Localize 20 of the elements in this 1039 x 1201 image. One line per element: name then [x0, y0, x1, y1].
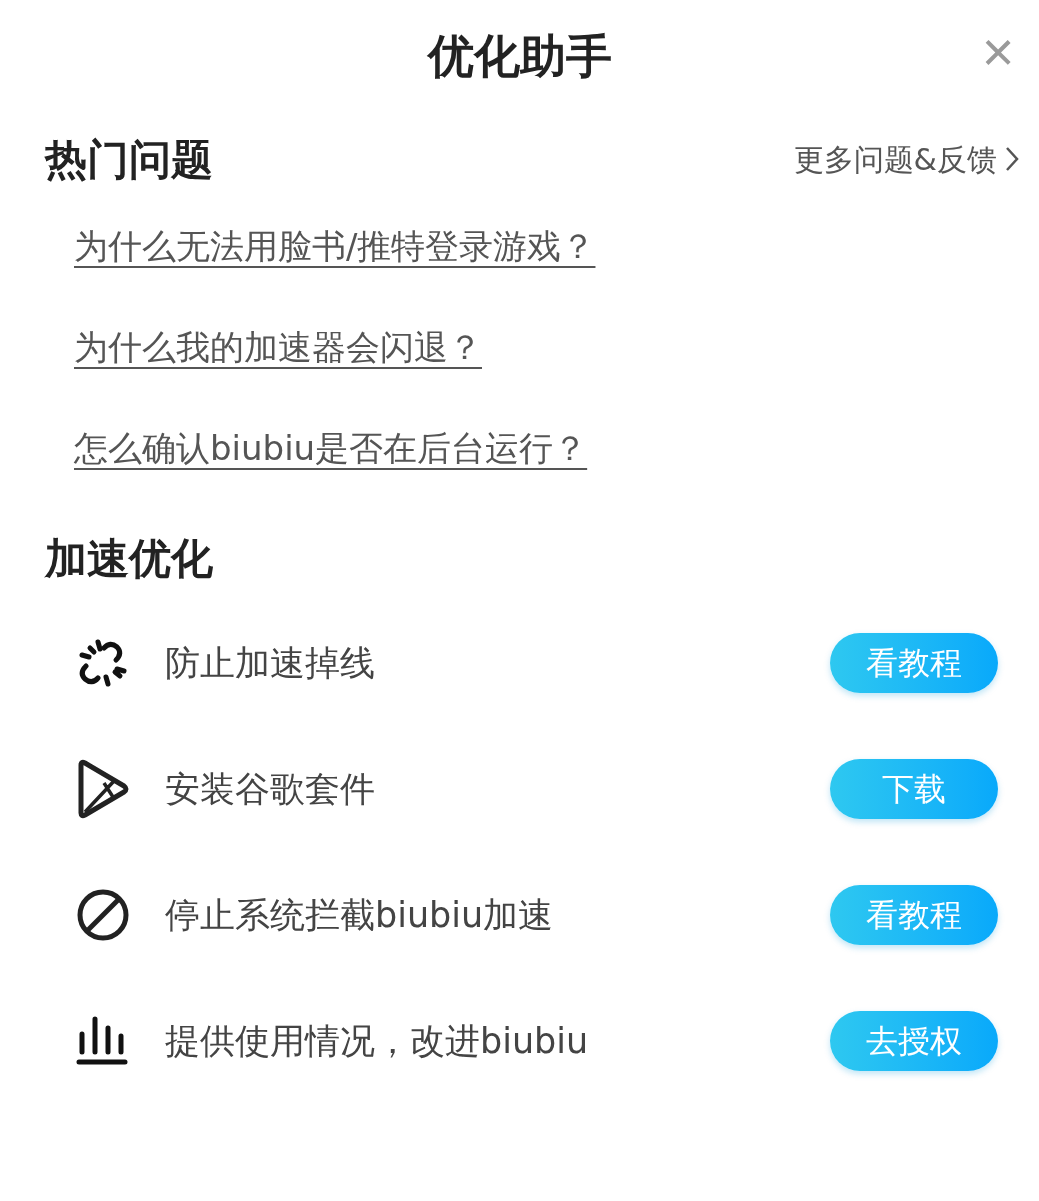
- section-heading: 热门问题: [45, 133, 213, 186]
- dialog-title: 优化助手: [427, 27, 612, 85]
- prohibited-icon: [76, 888, 130, 942]
- question-link[interactable]: 为什么我的加速器会闪退？: [74, 317, 496, 378]
- option-label: 安装谷歌套件: [165, 767, 376, 811]
- section-heading: 加速优化: [45, 532, 213, 585]
- close-button[interactable]: ×: [973, 24, 1023, 80]
- question-link[interactable]: 怎么确认biubiu是否在后台运行？: [74, 418, 602, 479]
- option-label: 停止系统拦截biubiu加速: [165, 893, 555, 937]
- action-button[interactable]: 看教程: [830, 885, 998, 945]
- action-button[interactable]: 去授权: [830, 1011, 998, 1071]
- option-label: 提供使用情况，改进biubiu: [165, 1019, 590, 1063]
- chevron-right-icon: [1005, 146, 1019, 172]
- play-store-icon: [76, 759, 130, 819]
- option-label: 防止加速掉线: [165, 641, 376, 685]
- more-link[interactable]: 更多问题&反馈: [793, 136, 1019, 182]
- action-button[interactable]: 看教程: [830, 633, 998, 693]
- action-button[interactable]: 下载: [830, 759, 998, 819]
- question-link[interactable]: 为什么无法用脸书/推特登录游戏？: [74, 216, 610, 277]
- bar-chart-icon: [76, 1016, 128, 1066]
